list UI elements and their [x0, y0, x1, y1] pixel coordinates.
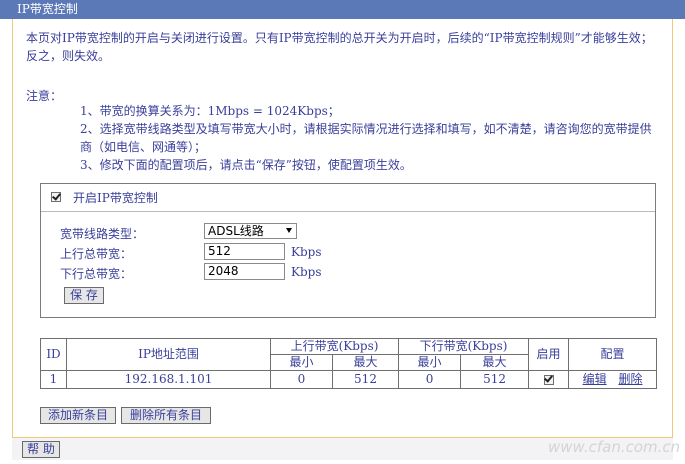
download-unit: Kbps	[291, 265, 322, 279]
delete-link[interactable]: 删除	[618, 372, 642, 386]
help-button[interactable]: 帮 助	[22, 441, 60, 458]
enable-bandwidth-label: 开启IP带宽控制	[73, 191, 158, 205]
bandwidth-rules-table: ID IP地址范围 上行带宽(Kbps) 下行带宽(Kbps) 启用 配置 最小…	[40, 338, 658, 389]
cell-id: 1	[40, 370, 67, 389]
note-item: 1、带宽的换算关系为：1Mbps = 1024Kbps；	[80, 104, 340, 118]
page-title: IP带宽控制	[0, 0, 685, 19]
cell-enabled	[528, 370, 570, 389]
dropdown-arrow-icon	[286, 228, 292, 233]
header-enabled: 启用	[528, 338, 570, 371]
cell-config: 编辑 删除	[568, 370, 658, 389]
rule-enabled-checkbox[interactable]	[543, 372, 554, 385]
watermark: www.cfan.com.cn	[548, 438, 681, 456]
header-ip-range: IP地址范围	[66, 338, 271, 371]
line-type-label: 宽带线路类型：	[60, 227, 145, 241]
cell-download-min: 0	[398, 370, 462, 389]
download-bandwidth-label: 下行总带宽：	[60, 267, 133, 281]
enable-bandwidth-checkbox[interactable]	[51, 191, 61, 202]
note-item: 2、选择宽带线路类型及填写带宽大小时，请根据实际情况进行选择和填写，如不清楚，请…	[80, 122, 652, 154]
check-icon	[52, 191, 61, 201]
header-upload-max: 最大	[331, 354, 400, 371]
add-new-entry-button[interactable]: 添加新条目	[40, 407, 116, 424]
header-download-max: 最大	[460, 354, 530, 371]
save-button[interactable]: 保 存	[64, 287, 104, 304]
table-row: 1 192.168.1.101 0 512 0 512 编辑 删除	[40, 370, 658, 389]
notes-title: 注意：	[26, 89, 63, 103]
cell-upload-min: 0	[270, 370, 333, 389]
cell-upload-max: 512	[331, 370, 400, 389]
note-item: 3、修改下面的配置项后，请点击“保存”按钮，使配置项生效。	[80, 158, 412, 172]
header-id: ID	[40, 338, 67, 371]
header-download-min: 最小	[398, 354, 462, 371]
edit-link[interactable]: 编辑	[583, 372, 607, 386]
cell-download-max: 512	[460, 370, 530, 389]
upload-bandwidth-label: 上行总带宽：	[60, 247, 133, 261]
download-bandwidth-input[interactable]: 2048	[204, 263, 285, 280]
panel-divider	[41, 211, 655, 212]
line-type-select[interactable]: ADSL线路	[204, 223, 297, 239]
page-description: 本页对IP带宽控制的开启与关闭进行设置。只有IP带宽控制的总开关为开启时，后续的…	[26, 31, 653, 63]
line-type-value: ADSL线路	[208, 224, 264, 238]
delete-all-entries-button[interactable]: 删除所有条目	[121, 407, 211, 424]
header-download-bandwidth: 下行带宽(Kbps)	[398, 338, 530, 355]
header-config: 配置	[568, 338, 658, 371]
upload-unit: Kbps	[291, 245, 322, 259]
header-upload-min: 最小	[270, 354, 333, 371]
upload-bandwidth-input[interactable]: 512	[204, 243, 285, 260]
cell-ip-range: 192.168.1.101	[66, 370, 271, 389]
header-upload-bandwidth: 上行带宽(Kbps)	[269, 338, 400, 355]
